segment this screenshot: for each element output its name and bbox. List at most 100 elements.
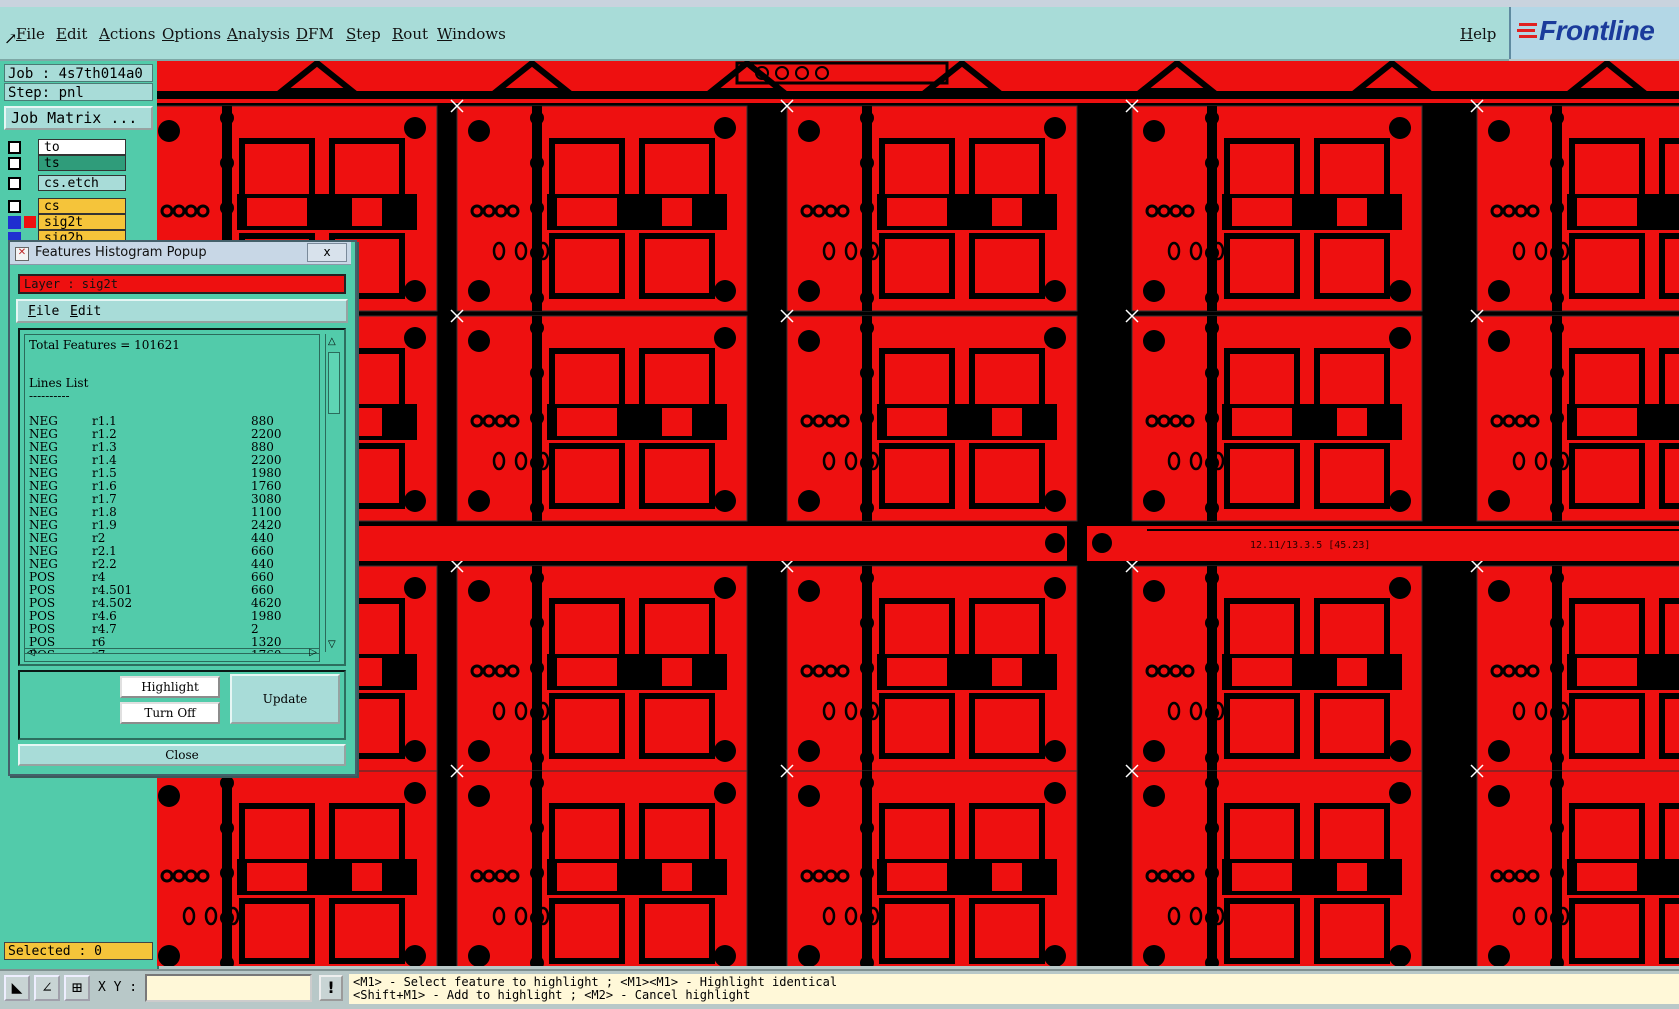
layer-row-to[interactable]: to bbox=[4, 139, 126, 155]
layer-checkbox[interactable] bbox=[8, 177, 21, 190]
via bbox=[860, 321, 874, 335]
features-histogram-popup: ✕ Features Histogram Popup x Layer : sig… bbox=[8, 240, 357, 776]
via bbox=[1205, 366, 1219, 380]
menu-actions[interactable]: Actions bbox=[99, 25, 155, 43]
scroll-thumb[interactable] bbox=[328, 352, 340, 414]
job-label: Job : 4s7th014a0 bbox=[4, 64, 153, 82]
scroll-up-icon[interactable]: △ bbox=[328, 336, 336, 347]
ic-pad bbox=[247, 198, 307, 226]
mounting-hole bbox=[1044, 945, 1066, 966]
via bbox=[530, 321, 544, 335]
mounting-hole bbox=[1143, 740, 1165, 762]
job-matrix-button[interactable]: Job Matrix ... bbox=[4, 106, 153, 130]
layer-checkbox[interactable] bbox=[8, 216, 21, 229]
logo-text: Frontline bbox=[1539, 15, 1655, 46]
zoom-tool-icon[interactable]: ◣ bbox=[4, 975, 30, 1001]
update-button[interactable]: Update bbox=[230, 674, 340, 724]
menu-step[interactable]: Step bbox=[346, 25, 381, 43]
ic-pad bbox=[992, 408, 1022, 436]
via bbox=[1205, 776, 1219, 790]
via bbox=[220, 776, 234, 790]
board-canvas[interactable]: 12.11/13.3.5 [45.23] bbox=[157, 61, 1679, 966]
layer-checkbox[interactable] bbox=[8, 200, 21, 213]
popup-title-bar[interactable]: ✕ Features Histogram Popup x bbox=[10, 242, 351, 265]
mounting-hole bbox=[404, 577, 426, 599]
popup-menu-file[interactable]: File bbox=[28, 304, 59, 319]
ic-pad bbox=[1577, 408, 1637, 436]
via bbox=[860, 571, 874, 585]
layer-name[interactable]: ts bbox=[38, 155, 126, 171]
layer-row-cs-etch[interactable]: cs.etch bbox=[4, 175, 126, 191]
turn-off-button[interactable]: Turn Off bbox=[120, 702, 220, 724]
strip-hole bbox=[1045, 533, 1065, 553]
status-bar: ◣ ∠ ⊞ X Y : ! <M1> - Select feature to h… bbox=[0, 969, 1679, 1009]
scroll-right-icon[interactable]: ▷ bbox=[309, 647, 317, 658]
mounting-hole bbox=[714, 117, 736, 139]
mounting-hole bbox=[1389, 782, 1411, 804]
menu-dfm[interactable]: DFM bbox=[296, 25, 334, 43]
menu-edit[interactable]: Edit bbox=[56, 25, 87, 43]
ic-pad bbox=[887, 863, 947, 891]
layer-checkbox[interactable] bbox=[8, 141, 21, 154]
via bbox=[530, 156, 544, 170]
mounting-hole bbox=[468, 490, 490, 512]
via bbox=[1550, 156, 1564, 170]
via bbox=[1550, 821, 1564, 835]
via bbox=[860, 366, 874, 380]
histogram-list[interactable]: Total Features = 101621 Lines List -----… bbox=[24, 334, 320, 654]
layer-row-cs[interactable]: cs bbox=[4, 198, 126, 214]
xy-coordinate-input[interactable] bbox=[145, 974, 312, 1002]
close-window-button[interactable]: x bbox=[307, 243, 347, 262]
scroll-left-icon[interactable]: ◁ bbox=[27, 647, 35, 658]
menu-windows[interactable]: Windows bbox=[437, 25, 506, 43]
mounting-hole bbox=[714, 490, 736, 512]
layer-name[interactable]: cs bbox=[38, 198, 126, 214]
ic-pad bbox=[1232, 658, 1292, 686]
mounting-hole bbox=[1488, 740, 1510, 762]
menu-rout[interactable]: Rout bbox=[392, 25, 428, 43]
mounting-hole bbox=[798, 740, 820, 762]
via bbox=[1205, 866, 1219, 880]
horizontal-scrollbar[interactable]: ◁ ▷ bbox=[24, 647, 320, 662]
via bbox=[1550, 291, 1564, 305]
via bbox=[1550, 866, 1564, 880]
board-text-label: 12.11/13.3.5 [45.23] bbox=[1250, 540, 1371, 551]
popup-menu-edit[interactable]: Edit bbox=[70, 304, 101, 319]
layer-name[interactable]: cs.etch bbox=[38, 175, 126, 191]
layer-name[interactable]: sig2t bbox=[38, 214, 126, 230]
exclaim-button[interactable]: ! bbox=[319, 975, 343, 1001]
mounting-hole bbox=[468, 280, 490, 302]
menu-options[interactable]: Options bbox=[162, 25, 221, 43]
via bbox=[530, 201, 544, 215]
mounting-hole bbox=[1389, 577, 1411, 599]
pcb-panel-graphic[interactable] bbox=[157, 61, 1679, 966]
via bbox=[530, 571, 544, 585]
menu-file[interactable]: File bbox=[16, 25, 45, 43]
highlight-button[interactable]: Highlight bbox=[120, 676, 220, 698]
grid-tool-icon[interactable]: ⊞ bbox=[64, 975, 90, 1001]
mounting-hole bbox=[404, 117, 426, 139]
close-button[interactable]: Close bbox=[18, 744, 346, 766]
via bbox=[1550, 201, 1564, 215]
via bbox=[1205, 321, 1219, 335]
layer-checkbox[interactable] bbox=[8, 157, 21, 170]
vertical-scrollbar[interactable]: △ ▽ bbox=[325, 334, 342, 652]
layer-row-sig2t[interactable]: sig2t bbox=[4, 214, 126, 230]
via bbox=[1205, 291, 1219, 305]
menu-help[interactable]: Help bbox=[1460, 25, 1496, 43]
via bbox=[1205, 821, 1219, 835]
mounting-hole bbox=[714, 740, 736, 762]
measure-tool-icon[interactable]: ∠ bbox=[34, 975, 60, 1001]
menu-analysis[interactable]: Analysis bbox=[227, 25, 290, 43]
mounting-hole bbox=[404, 280, 426, 302]
layer-row-ts[interactable]: ts bbox=[4, 155, 126, 171]
via bbox=[530, 821, 544, 835]
via bbox=[1550, 616, 1564, 630]
mounting-hole bbox=[798, 120, 820, 142]
mounting-hole bbox=[404, 945, 426, 966]
mounting-hole bbox=[1143, 280, 1165, 302]
scroll-down-icon[interactable]: ▽ bbox=[328, 639, 336, 650]
via bbox=[1205, 751, 1219, 765]
mounting-hole bbox=[1488, 580, 1510, 602]
layer-name[interactable]: to bbox=[38, 139, 126, 155]
